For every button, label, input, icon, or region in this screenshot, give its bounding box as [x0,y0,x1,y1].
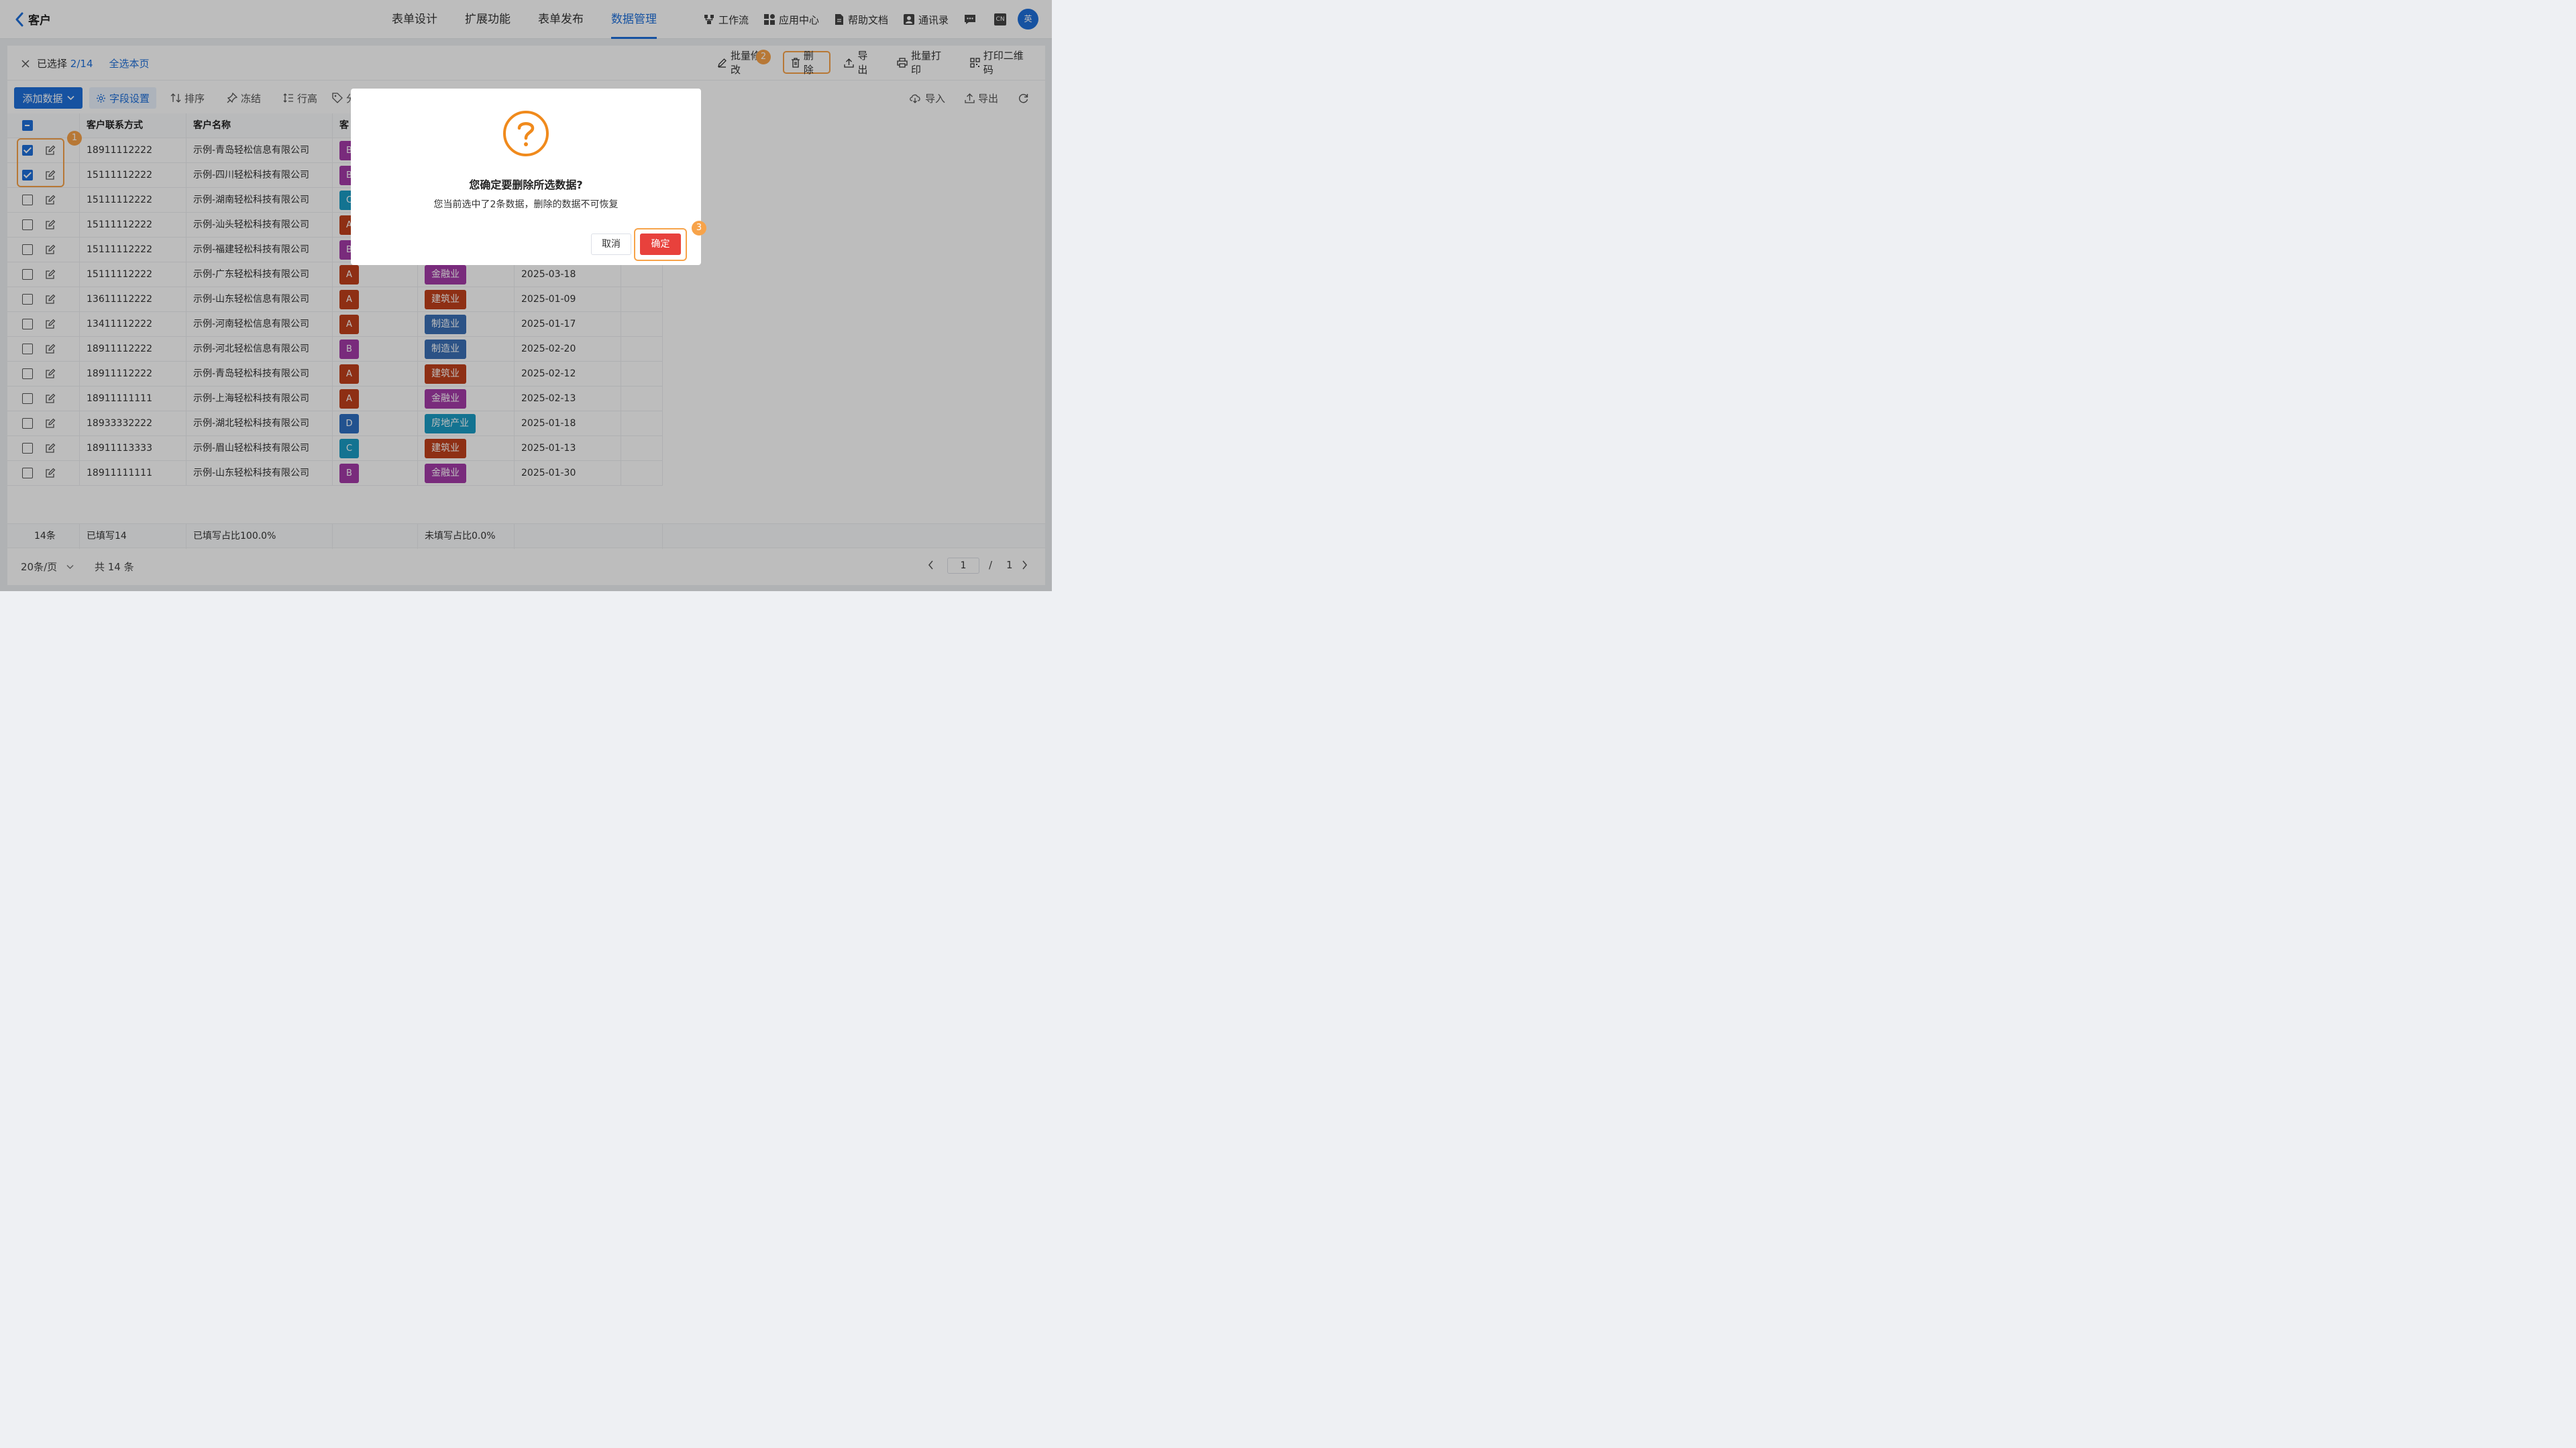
step-marker-3: 3 [692,221,706,236]
cancel-button[interactable]: 取消 [591,234,631,255]
dialog-title: 您确定要删除所选数据? [469,178,583,191]
confirm-delete-dialog: 您确定要删除所选数据? 您当前选中了2条数据，删除的数据不可恢复 取消 确定 [351,89,701,265]
dialog-message: 您当前选中了2条数据，删除的数据不可恢复 [433,199,619,210]
question-icon [502,110,549,157]
highlight-confirm-button [634,228,687,261]
